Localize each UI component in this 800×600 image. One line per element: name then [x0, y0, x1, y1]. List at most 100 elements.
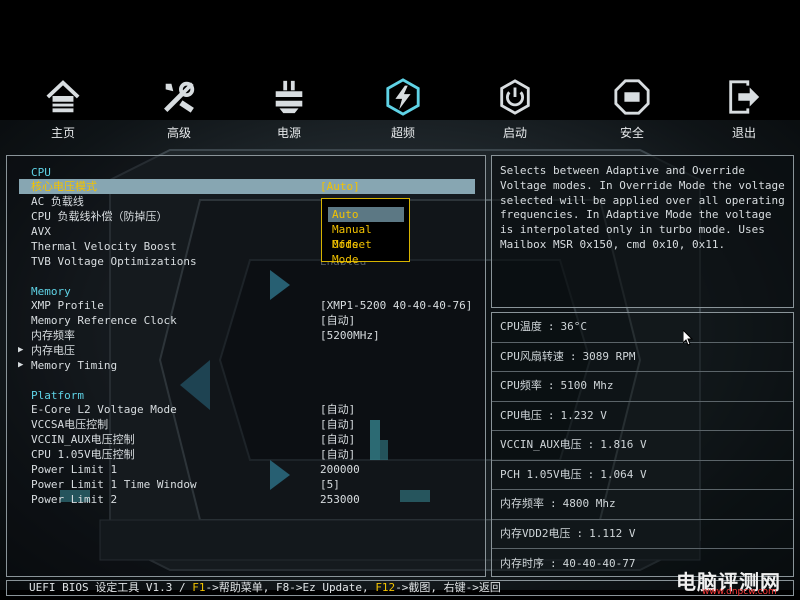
setting-value: [自动] [320, 418, 356, 431]
setting-value: [5] [320, 478, 340, 491]
setting-label: 内存频率 [31, 329, 75, 342]
setting-value: 253000 [320, 493, 360, 506]
setting-value: [自动] [320, 403, 356, 416]
setting-label: 内存电压 [31, 344, 75, 357]
setting-label: Power Limit 1 [31, 463, 118, 476]
nav-label: 退出 [731, 126, 756, 140]
footer-f1-text: ->帮助菜单, F8->Ez Update, [205, 581, 376, 594]
submenu-mem-timing[interactable]: ▶ Memory Timing [7, 358, 485, 373]
setting-value: [自动] [320, 433, 356, 446]
monitor-value: 5100 Mhz [560, 379, 614, 393]
setting-label: Memory Reference Clock [31, 314, 177, 327]
monitor-row: 内存VDD2电压:1.112 V [492, 520, 793, 549]
monitor-row: 内存频率:4800 Mhz [492, 490, 793, 520]
help-text: Selects between Adaptive and Override Vo… [500, 164, 785, 251]
nav-item-exit[interactable]: 退出 [704, 78, 784, 141]
nav-item-boot[interactable]: 启动 [475, 78, 555, 141]
monitor-row: PCH 1.05V电压:1.064 V [492, 461, 793, 490]
monitor-label: CPU电压 [500, 408, 542, 422]
dropdown-option-manual[interactable]: Manual Mode [328, 222, 404, 251]
setting-tvb[interactable]: Thermal Velocity Boost [7, 239, 485, 254]
setting-ecore-l2[interactable]: E-Core L2 Voltage Mode [自动] [7, 402, 485, 417]
setting-label: CPU 负载线补偿（防掉压） [31, 210, 168, 223]
monitor-label: 内存频率 [500, 497, 544, 511]
submenu-arrow-icon: ▶ [18, 345, 24, 355]
nav-item-security[interactable]: 安全 [592, 78, 672, 141]
monitor-label: CPU风扇转速 [500, 349, 564, 363]
setting-label: E-Core L2 Voltage Mode [31, 403, 177, 416]
help-panel: Selects between Adaptive and Override Vo… [491, 155, 794, 308]
footer-f12-text: ->截图, 右键->返回 [395, 581, 501, 594]
home-icon [46, 80, 80, 113]
section-header-platform: Platform [31, 389, 84, 402]
setting-mem-freq[interactable]: 内存频率 [5200MHz] [7, 328, 485, 343]
setting-core-voltage-mode[interactable]: 核心电压模式 [Auto] [19, 179, 475, 194]
nav-label: 安全 [619, 126, 644, 140]
settings-panel: CPU 核心电压模式 [Auto] AC 负载线 CPU 负载线补偿（防掉压） … [6, 155, 486, 577]
dropdown-option-offset[interactable]: Offset Mode [328, 237, 404, 266]
monitor-label: 内存时序 [500, 556, 544, 570]
setting-label: Thermal Velocity Boost [31, 240, 177, 253]
monitor-row: CPU频率:5100 Mhz [492, 372, 793, 402]
monitor-value: 1.232 V [560, 408, 607, 422]
setting-value: [自动] [320, 314, 356, 327]
nav-item-overclock[interactable]: 超频 [363, 78, 443, 141]
setting-tvb-voltage-opt[interactable]: TVB Voltage Optimizations Enabled [7, 254, 485, 269]
submenu-mem-voltage[interactable]: ▶ 内存电压 [7, 343, 485, 358]
monitor-value: 1.112 V [589, 526, 636, 540]
setting-label: CPU 1.05V电压控制 [31, 448, 135, 461]
nav-item-home[interactable]: 主页 [23, 78, 103, 141]
monitor-value: 36°C [560, 320, 588, 334]
setting-label: Power Limit 2 [31, 493, 118, 506]
setting-label: AVX [31, 225, 51, 238]
dropdown-option-auto[interactable]: Auto [328, 207, 404, 222]
hardware-monitor: CPU温度:36°C CPU风扇转速:3089 RPM CPU频率:5100 M… [491, 312, 794, 577]
footer-key-f1[interactable]: F1 [192, 581, 205, 594]
setting-power-limit-2[interactable]: Power Limit 2 253000 [7, 492, 485, 507]
voltage-mode-dropdown: Auto Manual Mode Offset Mode [321, 198, 410, 266]
top-navigation: 主页 高级 电源 超频 启动 安全 退出 [0, 78, 800, 148]
setting-cpu-105v[interactable]: CPU 1.05V电压控制 [自动] [7, 447, 485, 462]
setting-vccsa[interactable]: VCCSA电压控制 [自动] [7, 417, 485, 432]
nav-label: 启动 [502, 126, 527, 140]
setting-xmp-profile[interactable]: XMP Profile [XMP1-5200 40-40-40-76] [7, 298, 485, 313]
exit-icon [729, 80, 760, 114]
nav-item-advanced[interactable]: 高级 [139, 78, 219, 141]
setting-avx[interactable]: AVX [7, 224, 485, 239]
setting-mem-ref-clock[interactable]: Memory Reference Clock [自动] [7, 313, 485, 328]
setting-label: AC 负载线 [31, 195, 84, 208]
monitor-value: 1.816 V [600, 438, 647, 452]
submenu-arrow-icon: ▶ [18, 360, 24, 370]
power-supply-icon [275, 80, 303, 114]
setting-ac-loadline[interactable]: AC 负载线 [7, 194, 485, 209]
monitor-label: PCH 1.05V电压 [500, 467, 582, 481]
monitor-value: 40-40-40-77 [562, 556, 636, 570]
security-icon [614, 79, 650, 115]
setting-power-limit-1[interactable]: Power Limit 1 200000 [7, 462, 485, 477]
monitor-label: 内存VDD2电压 [500, 526, 571, 540]
boot-power-icon [500, 79, 530, 115]
monitor-value: 4800 Mhz [562, 497, 616, 511]
nav-label: 超频 [390, 126, 415, 140]
monitor-row: CPU风扇转速:3089 RPM [492, 343, 793, 372]
setting-cpu-llc[interactable]: CPU 负载线补偿（防掉压） [7, 209, 485, 224]
setting-value: 200000 [320, 463, 360, 476]
overclock-icon [386, 78, 420, 116]
nav-item-power[interactable]: 电源 [249, 78, 329, 141]
monitor-row: CPU电压:1.232 V [492, 402, 793, 431]
setting-label: VCCSA电压控制 [31, 418, 109, 431]
nav-label: 主页 [50, 126, 75, 140]
monitor-value: 3089 RPM [582, 349, 636, 363]
monitor-label: CPU温度 [500, 320, 542, 334]
setting-value: [自动] [320, 448, 356, 461]
setting-value: [5200MHz] [320, 329, 380, 342]
monitor-value: 1.064 V [600, 467, 647, 481]
setting-label: Memory Timing [31, 359, 118, 372]
footer-key-f12[interactable]: F12 [375, 581, 395, 594]
mouse-cursor-icon [683, 330, 693, 346]
nav-label: 高级 [166, 126, 191, 140]
monitor-row: CPU温度:36°C [492, 313, 793, 343]
setting-power-limit-1-time-window[interactable]: Power Limit 1 Time Window [5] [7, 477, 485, 492]
setting-vccin-aux[interactable]: VCCIN_AUX电压控制 [自动] [7, 432, 485, 447]
monitor-row: VCCIN_AUX电压:1.816 V [492, 431, 793, 461]
